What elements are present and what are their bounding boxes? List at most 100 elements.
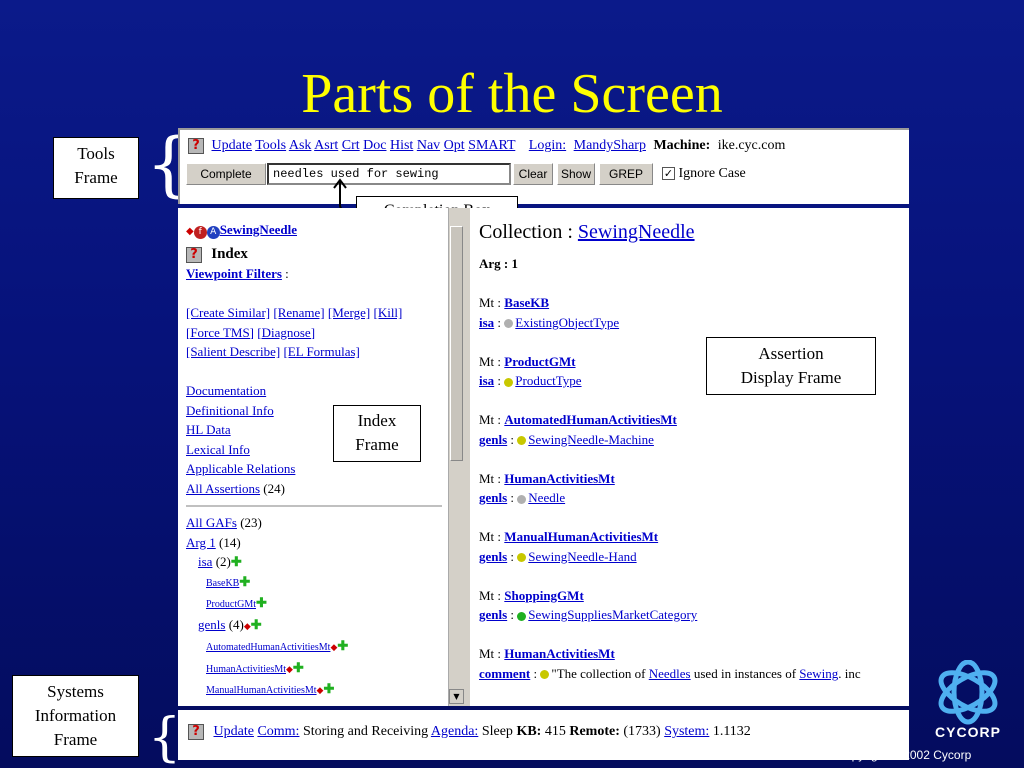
tool-menu-update[interactable]: Update [212, 138, 252, 153]
mt-link[interactable]: HumanActivitiesMt [504, 471, 614, 486]
value-link[interactable]: SewingNeedle-Machine [528, 432, 654, 447]
genls-item-link[interactable]: HumanActivitiesMt [206, 664, 286, 675]
plus-icon[interactable]: ✚ [323, 681, 334, 696]
login-link[interactable]: Login: [529, 138, 566, 153]
agenda-link[interactable]: Agenda: [431, 724, 478, 739]
comment-link-b[interactable]: Sewing [799, 666, 838, 681]
tool-menu-ask[interactable]: Ask [289, 138, 312, 153]
arg1-link[interactable]: Arg 1 [186, 535, 216, 550]
index-label-line1: Index [357, 411, 397, 430]
value-link[interactable]: ProductType [515, 373, 581, 388]
clear-button[interactable]: Clear [513, 163, 553, 185]
remote-value: (1733) [623, 724, 661, 740]
ball-icon[interactable] [504, 319, 514, 329]
mt-link[interactable]: ShoppingGMt [504, 588, 583, 603]
genls-row: genls (4)◆✚ [186, 615, 448, 637]
comment-link-a[interactable]: Needles [649, 666, 691, 681]
action-link[interactable]: [Create Similar] [186, 305, 270, 320]
red-diamond-icon[interactable]: ◆ [244, 621, 251, 631]
tool-menu-opt[interactable]: Opt [444, 138, 465, 153]
ball-icon[interactable] [517, 436, 527, 446]
action-link[interactable]: [Rename] [273, 305, 324, 320]
predicate-link[interactable]: genls [479, 549, 507, 564]
action-link[interactable]: [EL Formulas] [283, 344, 359, 359]
a-icon[interactable]: A [206, 226, 220, 239]
tool-menu-asrt[interactable]: Asrt [314, 138, 338, 153]
action-link[interactable]: [Diagnose] [257, 325, 315, 340]
ball-icon[interactable] [540, 670, 550, 680]
plus-icon[interactable]: ✚ [239, 574, 250, 589]
collection-link[interactable]: SewingNeedle [578, 221, 695, 243]
ball-icon[interactable] [504, 377, 514, 387]
system-link[interactable]: System: [664, 724, 709, 739]
plus-icon[interactable]: ✚ [293, 660, 304, 675]
index-link[interactable]: Lexical Info [186, 442, 250, 457]
action-link[interactable]: [Force TMS] [186, 325, 254, 340]
red-diamond-icon[interactable]: ◆ [186, 226, 194, 237]
ignore-case-checkbox[interactable]: ✓ [662, 167, 675, 181]
value-link[interactable]: ExistingObjectType [515, 315, 619, 330]
scroll-thumb[interactable] [450, 226, 463, 461]
tool-menu-tools[interactable]: Tools [255, 138, 286, 153]
predicate-link[interactable]: isa [479, 315, 494, 330]
mt-link[interactable]: HumanActivitiesMt [504, 646, 614, 661]
action-link[interactable]: [Merge] [328, 305, 370, 320]
predicate-link[interactable]: genls [479, 490, 507, 505]
ball-icon[interactable] [517, 494, 527, 504]
index-help-icon[interactable]: ? [186, 246, 202, 263]
predicate-link[interactable]: isa [479, 373, 494, 388]
value-link[interactable]: Needle [528, 490, 565, 505]
index-link[interactable]: HL Data [186, 422, 231, 437]
value-link[interactable]: SewingNeedle-Hand [528, 549, 636, 564]
red-diamond-icon[interactable]: ◆ [286, 664, 293, 674]
completion-input[interactable]: needles used for sewing [267, 163, 511, 185]
system-update-link[interactable]: Update [214, 724, 254, 739]
isa-item-link[interactable]: ProductGMt [206, 599, 256, 610]
comment-link[interactable]: comment [479, 666, 530, 681]
ball-icon[interactable] [517, 611, 527, 621]
all-gafs-link[interactable]: All GAFs [186, 515, 237, 530]
tool-menu-hist[interactable]: Hist [390, 138, 413, 153]
isa-link[interactable]: isa [198, 554, 212, 569]
grep-button[interactable]: GREP [599, 163, 653, 185]
ball-icon[interactable] [517, 553, 527, 563]
f-icon[interactable]: f [193, 226, 207, 239]
all-assertions-link[interactable]: All Assertions [186, 481, 260, 496]
system-help-icon[interactable]: ? [188, 724, 204, 740]
complete-button[interactable]: Complete [186, 163, 266, 185]
index-link[interactable]: Applicable Relations [186, 461, 295, 476]
mt-link[interactable]: BaseKB [504, 295, 549, 310]
plus-icon[interactable]: ✚ [337, 638, 348, 653]
genls-item-link[interactable]: ManualHumanActivitiesMt [206, 685, 317, 696]
user-link[interactable]: MandySharp [574, 138, 646, 153]
predicate-link[interactable]: genls [479, 607, 507, 622]
plus-icon[interactable]: ✚ [231, 554, 242, 569]
index-link[interactable]: Documentation [186, 383, 266, 398]
plus-icon[interactable]: ✚ [256, 595, 267, 610]
kb-value: 415 [544, 724, 566, 740]
genls-link[interactable]: genls [198, 617, 225, 632]
genls-item-link[interactable]: AutomatedHumanActivitiesMt [206, 642, 330, 653]
mt-link[interactable]: AutomatedHumanActivitiesMt [504, 412, 677, 427]
predicate-link[interactable]: genls [479, 432, 507, 447]
comm-link[interactable]: Comm: [257, 724, 299, 739]
action-link[interactable]: [Salient Describe] [186, 344, 280, 359]
scroll-down-arrow[interactable]: ▼ [449, 689, 464, 704]
value-link[interactable]: SewingSuppliesMarketCategory [528, 607, 697, 622]
index-link[interactable]: Definitional Info [186, 403, 274, 418]
tool-menu-smart[interactable]: SMART [468, 138, 515, 153]
tool-menu-nav[interactable]: Nav [417, 138, 440, 153]
tool-menu-crt[interactable]: Crt [342, 138, 360, 153]
plus-icon[interactable]: ✚ [251, 617, 262, 632]
mt-link[interactable]: ManualHumanActivitiesMt [504, 529, 658, 544]
tool-menu-doc[interactable]: Doc [363, 138, 386, 153]
ignore-case-option[interactable]: ✓ Ignore Case [662, 166, 746, 182]
index-scrollbar[interactable]: ▼ [448, 208, 464, 706]
concept-link[interactable]: SewingNeedle [220, 222, 297, 237]
show-button[interactable]: Show [557, 163, 595, 185]
action-link[interactable]: [Kill] [373, 305, 402, 320]
help-icon[interactable]: ? [188, 138, 204, 154]
isa-item-link[interactable]: BaseKB [206, 578, 239, 589]
mt-link[interactable]: ProductGMt [504, 354, 575, 369]
viewpoint-filters-link[interactable]: Viewpoint Filters [186, 266, 282, 281]
